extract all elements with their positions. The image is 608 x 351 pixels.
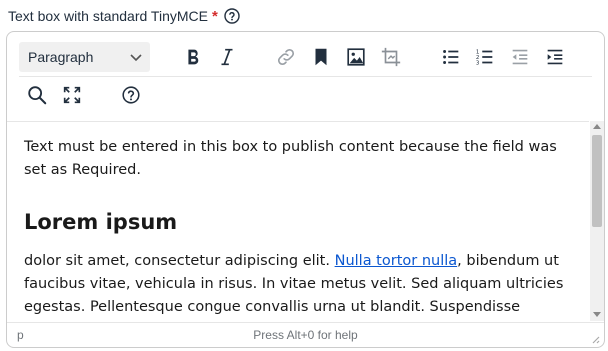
body-paragraph-start: dolor sit amet, consectetur adipiscing e… (24, 253, 335, 269)
svg-text:3: 3 (476, 60, 480, 66)
image-icon (347, 48, 365, 66)
body-paragraph: dolor sit amet, consectetur adipiscing e… (24, 250, 573, 321)
indent-icon (547, 49, 563, 65)
numbered-list-button[interactable]: 123 (470, 42, 500, 72)
italic-button[interactable] (212, 42, 242, 72)
field-label-text: Text box with standard TinyMCE (8, 8, 208, 24)
block-format-select[interactable]: Paragraph (19, 42, 150, 72)
intro-paragraph: Text must be entered in this box to publ… (24, 139, 557, 178)
inline-link[interactable]: Nulla tortor nulla (335, 253, 458, 269)
outdent-icon (512, 49, 528, 65)
help-button[interactable] (116, 80, 146, 110)
outdent-button[interactable] (505, 42, 535, 72)
editor-content-area[interactable]: Text must be entered in this box to publ… (7, 121, 589, 321)
rich-text-editor: Paragraph 123 Text must be entered in th… (6, 31, 605, 348)
indent-button[interactable] (540, 42, 570, 72)
fullscreen-icon (63, 86, 81, 104)
toolbar-secondary (7, 76, 604, 114)
numbered-list-icon: 123 (476, 49, 493, 66)
required-marker: * (211, 7, 218, 25)
bold-icon (188, 49, 199, 65)
crop-image-icon (381, 47, 401, 67)
chevron-down-icon (130, 54, 142, 62)
bookmark-button[interactable] (306, 42, 336, 72)
toolbar-primary: Paragraph 123 (7, 38, 604, 76)
bullet-list-button[interactable] (436, 42, 466, 72)
link-button[interactable] (271, 42, 301, 72)
scroll-down-arrow-icon[interactable] (593, 312, 601, 317)
bullet-list-icon (443, 50, 459, 64)
content-scrollbar[interactable] (590, 121, 604, 321)
block-format-value: Paragraph (28, 49, 94, 65)
search-button[interactable] (22, 80, 52, 110)
link-icon (277, 48, 295, 66)
help-hint: Press Alt+0 for help (253, 328, 358, 342)
search-icon (28, 86, 47, 105)
edit-image-button[interactable] (376, 42, 406, 72)
bold-button[interactable] (178, 42, 208, 72)
image-button[interactable] (341, 42, 371, 72)
field-label: Text box with standard TinyMCE * (8, 5, 240, 27)
fullscreen-button[interactable] (57, 80, 87, 110)
help-circle-icon (122, 86, 140, 104)
scroll-up-arrow-icon[interactable] (593, 124, 601, 129)
scrollbar-thumb[interactable] (592, 135, 602, 227)
editor-statusbar: p Press Alt+0 for help (7, 322, 604, 347)
content-heading: Lorem ipsum (24, 210, 178, 234)
help-circle-icon[interactable] (224, 8, 240, 24)
bookmark-icon (315, 48, 327, 66)
resize-grip-icon[interactable] (590, 334, 600, 344)
italic-icon (221, 48, 233, 66)
